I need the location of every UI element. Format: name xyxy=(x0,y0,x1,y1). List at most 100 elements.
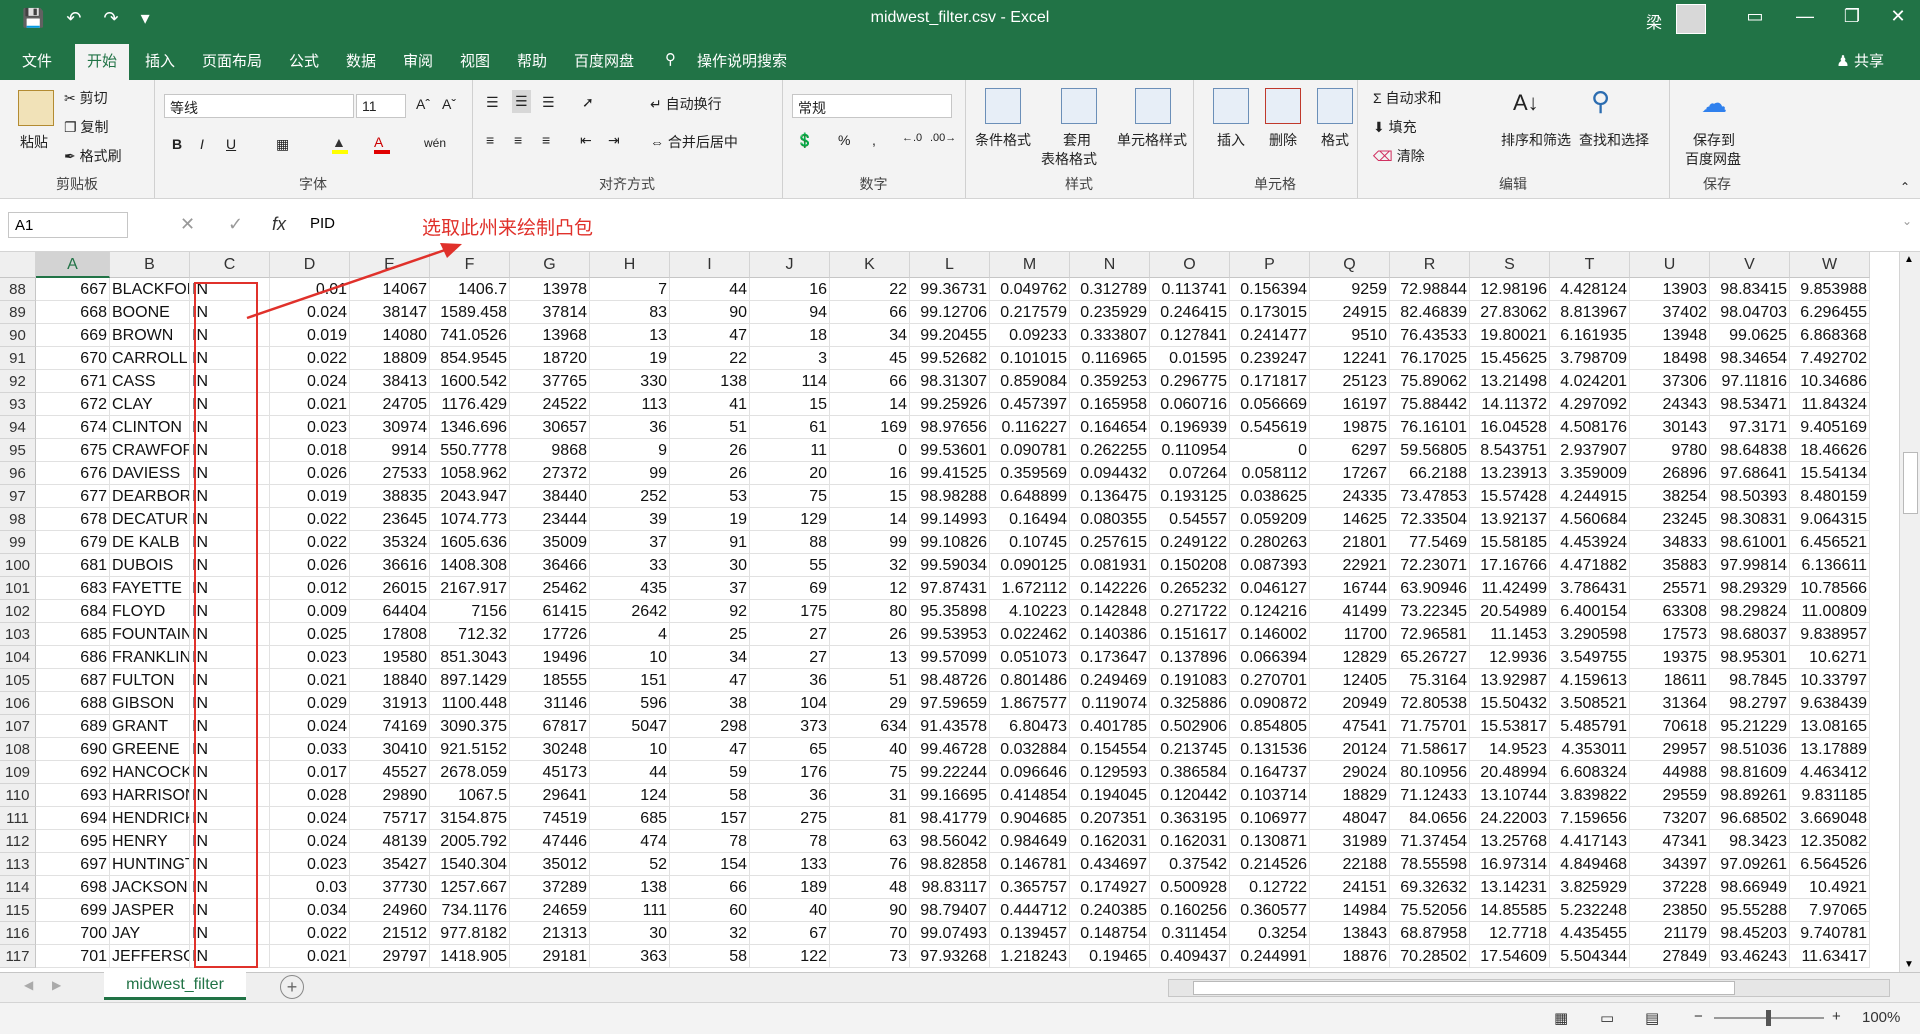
cell-g[interactable]: 36466 xyxy=(510,554,590,577)
cell-v[interactable]: 98.89261 xyxy=(1710,784,1790,807)
cell-e[interactable]: 37730 xyxy=(350,876,430,899)
cell-t[interactable]: 3.839822 xyxy=(1550,784,1630,807)
cell-m[interactable]: 1.867577 xyxy=(990,692,1070,715)
cell-d[interactable]: 0.03 xyxy=(270,876,350,899)
baidu-cloud-icon[interactable]: ☁ xyxy=(1701,88,1727,119)
cell-n[interactable]: 0.129593 xyxy=(1070,761,1150,784)
cell-i[interactable]: 47 xyxy=(670,324,750,347)
cell-v[interactable]: 97.09261 xyxy=(1710,853,1790,876)
align-left-icon[interactable]: ≡ xyxy=(486,132,494,148)
font-size-select[interactable]: 11 xyxy=(356,94,406,118)
tab-view[interactable]: 视图 xyxy=(460,50,490,71)
cell-p[interactable]: 0.087393 xyxy=(1230,554,1310,577)
cell-s[interactable]: 11.42499 xyxy=(1470,577,1550,600)
cell-k[interactable]: 80 xyxy=(830,600,910,623)
cell-b[interactable]: BLACKFORD xyxy=(110,278,190,301)
cell-b[interactable]: JEFFERSON xyxy=(110,945,190,968)
cell-e[interactable]: 24705 xyxy=(350,393,430,416)
cell-w[interactable]: 18.46626 xyxy=(1790,439,1870,462)
cell-h[interactable]: 52 xyxy=(590,853,670,876)
cell-i[interactable]: 19 xyxy=(670,508,750,531)
cell-q[interactable]: 41499 xyxy=(1310,600,1390,623)
cell-o[interactable]: 0.363195 xyxy=(1150,807,1230,830)
cell-c[interactable]: IN xyxy=(190,715,270,738)
cell-p[interactable]: 0.239247 xyxy=(1230,347,1310,370)
cell-g[interactable]: 21313 xyxy=(510,922,590,945)
cell-e[interactable]: 23645 xyxy=(350,508,430,531)
cell-c[interactable]: IN xyxy=(190,439,270,462)
cell-q[interactable]: 24335 xyxy=(1310,485,1390,508)
cell-s[interactable]: 14.85585 xyxy=(1470,899,1550,922)
cell-w[interactable]: 13.08165 xyxy=(1790,715,1870,738)
cell-t[interactable]: 5.504344 xyxy=(1550,945,1630,968)
column-header-j[interactable]: J xyxy=(750,252,830,278)
cell-i[interactable]: 44 xyxy=(670,278,750,301)
cell-q[interactable]: 18829 xyxy=(1310,784,1390,807)
cell-d[interactable]: 0.023 xyxy=(270,416,350,439)
cell-v[interactable]: 98.68037 xyxy=(1710,623,1790,646)
cell-g[interactable]: 17726 xyxy=(510,623,590,646)
row-header[interactable]: 88 xyxy=(0,278,36,301)
cell-u[interactable]: 18611 xyxy=(1630,669,1710,692)
column-header-g[interactable]: G xyxy=(510,252,590,278)
cell-n[interactable]: 0.094432 xyxy=(1070,462,1150,485)
cell-s[interactable]: 13.21498 xyxy=(1470,370,1550,393)
cell-w[interactable]: 8.480159 xyxy=(1790,485,1870,508)
cell-l[interactable]: 99.22244 xyxy=(910,761,990,784)
cell-b[interactable]: CARROLL xyxy=(110,347,190,370)
cell-m[interactable]: 0.414854 xyxy=(990,784,1070,807)
cut-button[interactable]: ✂ 剪切 xyxy=(64,88,108,108)
cell-u[interactable]: 13948 xyxy=(1630,324,1710,347)
cell-i[interactable]: 37 xyxy=(670,577,750,600)
cell-k[interactable]: 70 xyxy=(830,922,910,945)
cell-a[interactable]: 671 xyxy=(36,370,110,393)
cell-m[interactable]: 0.146781 xyxy=(990,853,1070,876)
row-header[interactable]: 102 xyxy=(0,600,36,623)
cell-d[interactable]: 0.023 xyxy=(270,646,350,669)
cell-k[interactable]: 75 xyxy=(830,761,910,784)
cell-l[interactable]: 98.97656 xyxy=(910,416,990,439)
cell-o[interactable]: 0.249122 xyxy=(1150,531,1230,554)
cell-c[interactable]: IN xyxy=(190,646,270,669)
cell-b[interactable]: JAY xyxy=(110,922,190,945)
cell-q[interactable]: 21801 xyxy=(1310,531,1390,554)
cell-v[interactable]: 95.55288 xyxy=(1710,899,1790,922)
cell-j[interactable]: 36 xyxy=(750,669,830,692)
cell-b[interactable]: FLOYD xyxy=(110,600,190,623)
cell-m[interactable]: 0.139457 xyxy=(990,922,1070,945)
cell-h[interactable]: 7 xyxy=(590,278,670,301)
cell-v[interactable]: 98.34654 xyxy=(1710,347,1790,370)
cell-n[interactable]: 0.19465 xyxy=(1070,945,1150,968)
cell-m[interactable]: 6.80473 xyxy=(990,715,1070,738)
cell-v[interactable]: 97.11816 xyxy=(1710,370,1790,393)
cell-b[interactable]: BROWN xyxy=(110,324,190,347)
cell-e[interactable]: 24960 xyxy=(350,899,430,922)
cell-h[interactable]: 10 xyxy=(590,738,670,761)
cell-l[interactable]: 98.56042 xyxy=(910,830,990,853)
cell-j[interactable]: 27 xyxy=(750,623,830,646)
insert-function-button[interactable]: fx xyxy=(272,214,286,235)
column-header-e[interactable]: E xyxy=(350,252,430,278)
cell-n[interactable]: 0.119074 xyxy=(1070,692,1150,715)
cell-g[interactable]: 38440 xyxy=(510,485,590,508)
cell-c[interactable]: IN xyxy=(190,853,270,876)
cell-v[interactable]: 96.68502 xyxy=(1710,807,1790,830)
cell-k[interactable]: 81 xyxy=(830,807,910,830)
tab-formulas[interactable]: 公式 xyxy=(289,50,319,71)
cell-h[interactable]: 19 xyxy=(590,347,670,370)
column-header-b[interactable]: B xyxy=(110,252,190,278)
select-all-corner[interactable] xyxy=(0,252,36,278)
cell-t[interactable]: 4.508176 xyxy=(1550,416,1630,439)
row-header[interactable]: 94 xyxy=(0,416,36,439)
cell-t[interactable]: 4.453924 xyxy=(1550,531,1630,554)
cell-i[interactable]: 38 xyxy=(670,692,750,715)
cell-e[interactable]: 9914 xyxy=(350,439,430,462)
cell-h[interactable]: 138 xyxy=(590,876,670,899)
cell-m[interactable]: 0.359569 xyxy=(990,462,1070,485)
cell-r[interactable]: 84.0656 xyxy=(1390,807,1470,830)
cell-w[interactable]: 6.868368 xyxy=(1790,324,1870,347)
cell-n[interactable]: 0.262255 xyxy=(1070,439,1150,462)
cell-r[interactable]: 76.17025 xyxy=(1390,347,1470,370)
cell-i[interactable]: 59 xyxy=(670,761,750,784)
cell-f[interactable]: 854.9545 xyxy=(430,347,510,370)
